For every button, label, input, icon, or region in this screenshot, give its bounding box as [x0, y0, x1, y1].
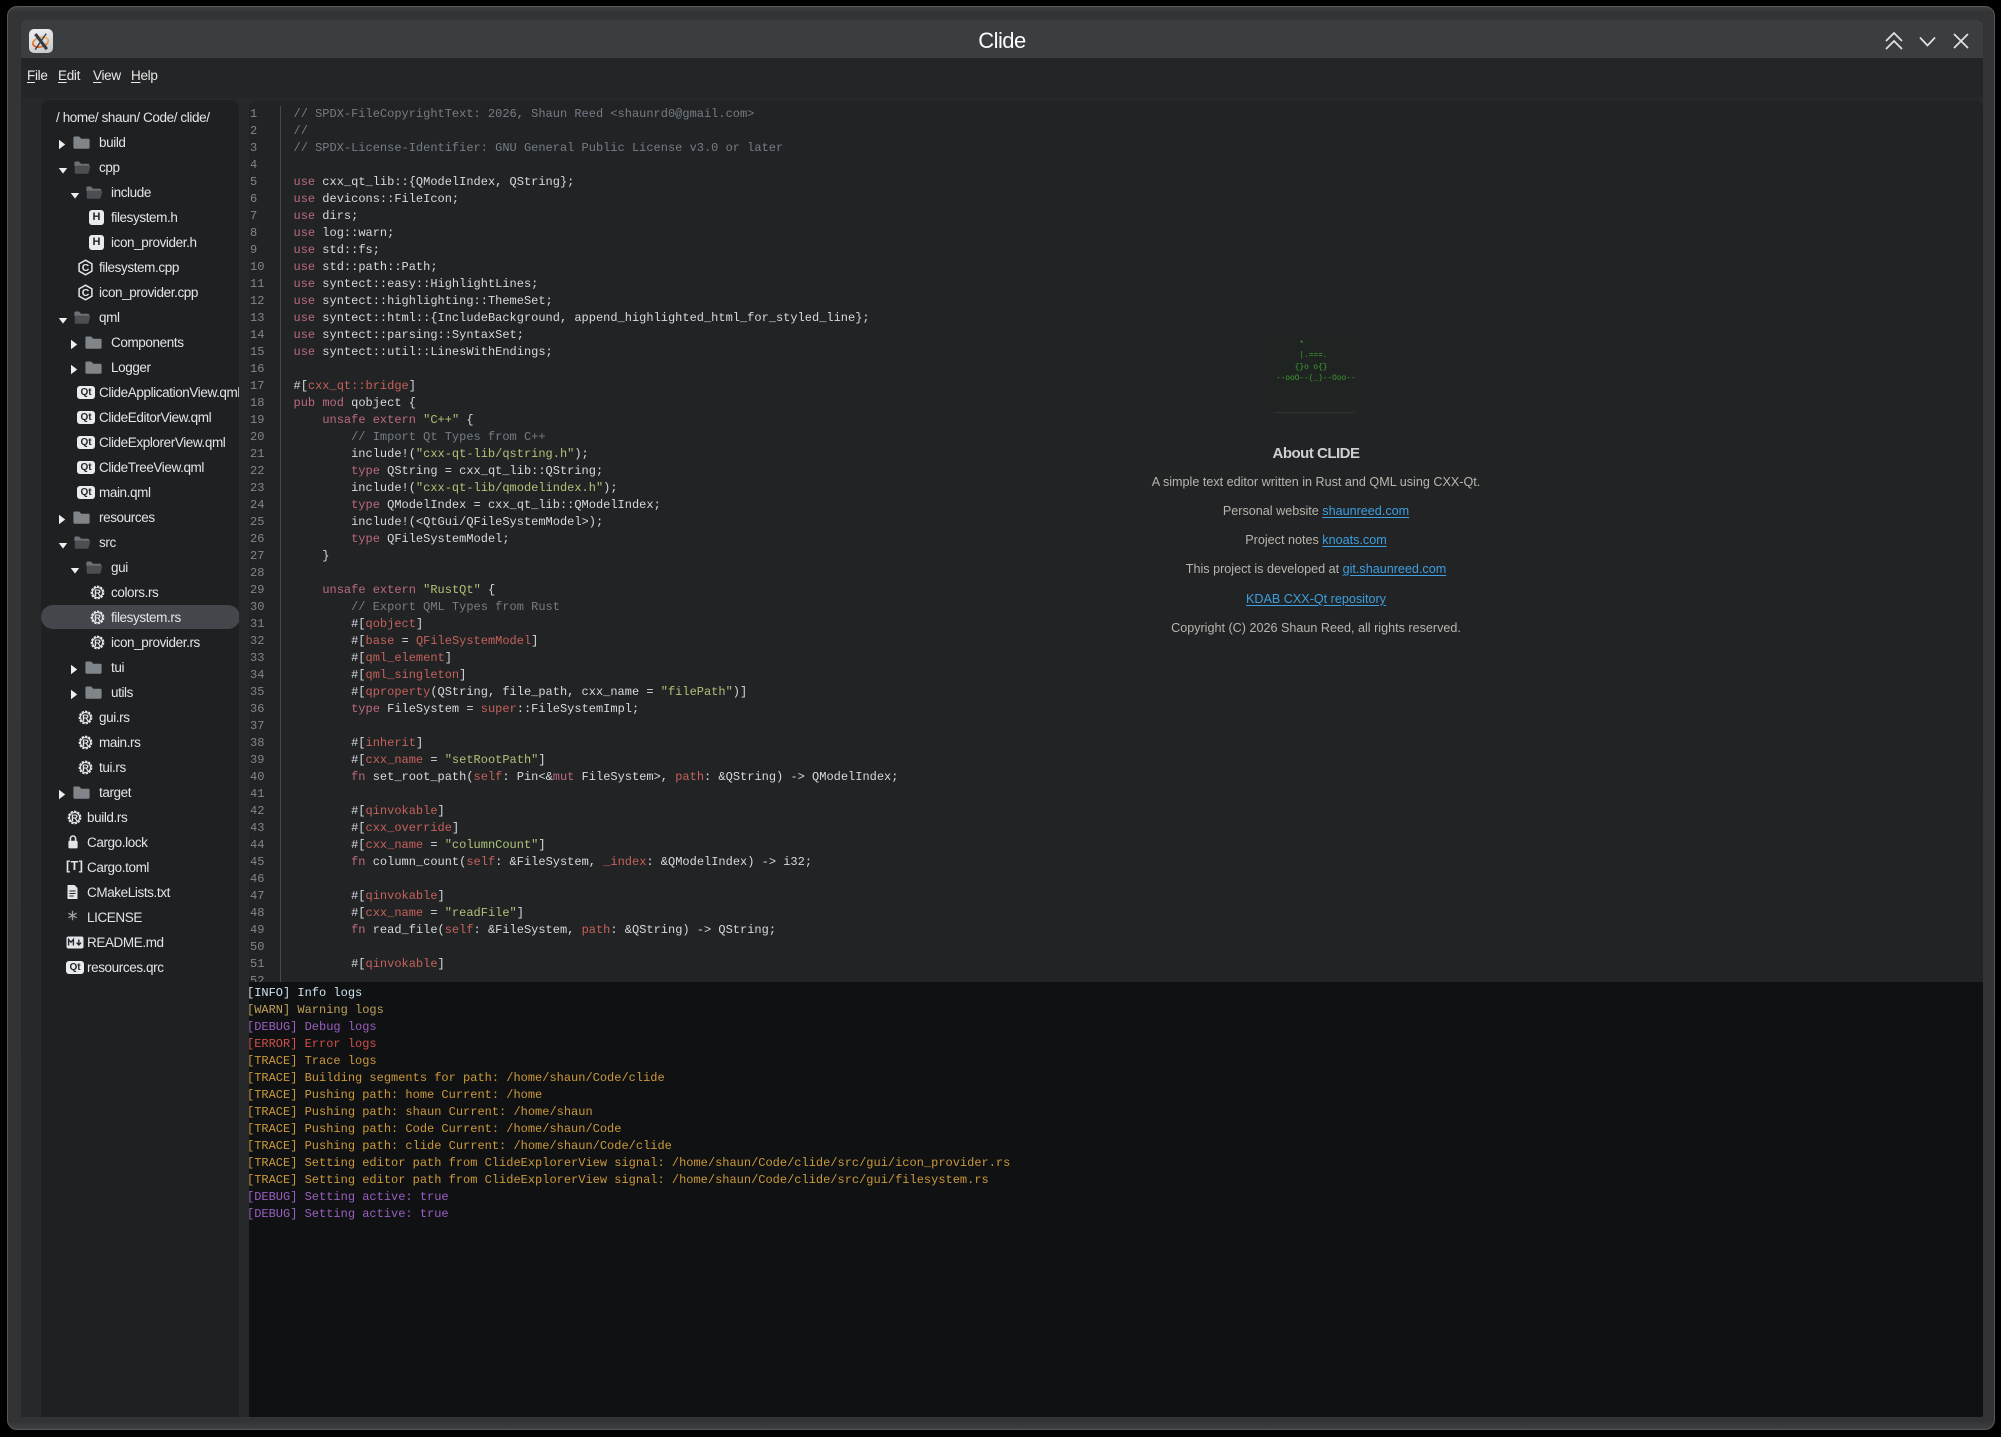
svg-text:C: C [82, 287, 90, 299]
svg-text:R: R [71, 813, 78, 824]
svg-text:C: C [82, 262, 90, 274]
svg-text:R: R [82, 763, 89, 774]
svg-text:R: R [94, 588, 101, 599]
svg-text:R: R [82, 713, 89, 724]
svg-text:R: R [94, 613, 101, 624]
svg-text:R: R [82, 738, 89, 749]
svg-text:R: R [94, 638, 101, 649]
